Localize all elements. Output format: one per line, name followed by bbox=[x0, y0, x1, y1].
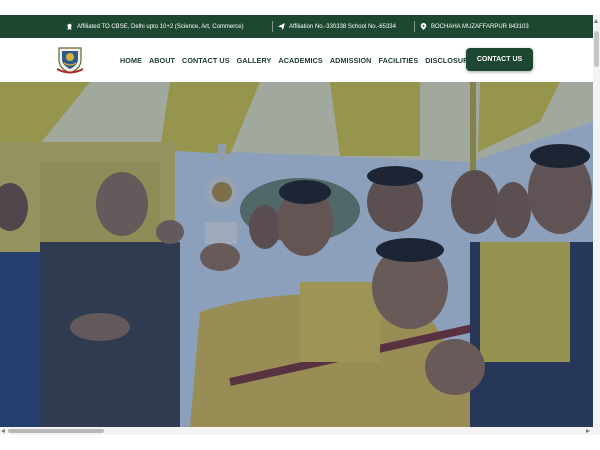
location-info: BOCHAHA MUZAFFARPUR 843103 bbox=[420, 15, 529, 38]
nav-about[interactable]: ABOUT bbox=[149, 56, 175, 65]
nav-gallery[interactable]: GALLERY bbox=[237, 56, 272, 65]
hero-banner-image bbox=[0, 82, 593, 427]
vertical-scroll-thumb[interactable] bbox=[594, 31, 599, 67]
scroll-right-arrow-icon[interactable] bbox=[586, 429, 590, 433]
map-pin-icon bbox=[420, 23, 427, 30]
nav-admission[interactable]: ADMISSION bbox=[330, 56, 372, 65]
page-bottom-area bbox=[0, 435, 600, 450]
nav-contact-us[interactable]: CONTACT US bbox=[182, 56, 230, 65]
affiliation-number-info: Affiliation No.-330338 School No.-65334 bbox=[278, 15, 396, 38]
nav-facilities[interactable]: FACILITIES bbox=[378, 56, 418, 65]
main-navigation: HOME ABOUT CONTACT US GALLERY ACADEMICS … bbox=[120, 38, 473, 82]
affiliation-text: Affiliated TO CBSE, Delhi upto 10+2 (Sci… bbox=[77, 23, 244, 30]
horizontal-scrollbar[interactable] bbox=[0, 427, 600, 435]
hero-photo bbox=[0, 82, 593, 427]
scroll-left-arrow-icon[interactable] bbox=[1, 429, 5, 433]
nav-academics[interactable]: ACADEMICS bbox=[278, 56, 322, 65]
school-logo[interactable] bbox=[55, 45, 85, 75]
divider bbox=[272, 21, 273, 32]
horizontal-scroll-thumb[interactable] bbox=[8, 429, 104, 433]
nav-home[interactable]: HOME bbox=[120, 56, 142, 65]
vertical-scrollbar[interactable] bbox=[593, 15, 600, 427]
affiliation-info: Affiliated TO CBSE, Delhi upto 10+2 (Sci… bbox=[66, 15, 244, 38]
location-text: BOCHAHA MUZAFFARPUR 843103 bbox=[431, 23, 529, 30]
affiliation-number-text: Affiliation No.-330338 School No.-65334 bbox=[289, 23, 396, 30]
badge-icon bbox=[66, 23, 73, 30]
divider bbox=[414, 21, 415, 32]
top-info-bar: Affiliated TO CBSE, Delhi upto 10+2 (Sci… bbox=[0, 15, 593, 38]
contact-us-button[interactable]: CONTACT US bbox=[466, 48, 533, 71]
send-icon bbox=[278, 23, 285, 30]
scroll-up-arrow-icon[interactable] bbox=[594, 19, 598, 23]
